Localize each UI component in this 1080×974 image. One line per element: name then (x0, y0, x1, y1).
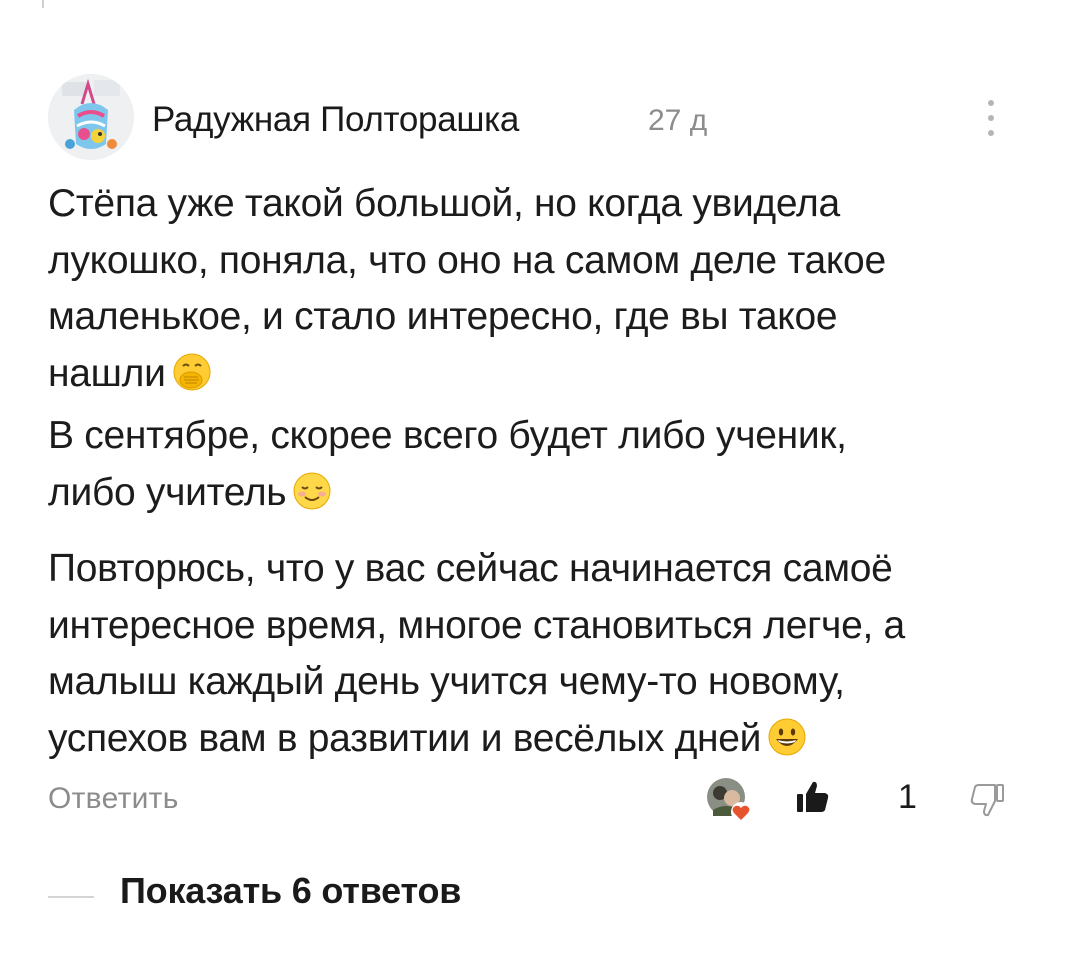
comment-line: интересное время, многое становиться лег… (48, 598, 1048, 655)
comment-line: успехов вам в развитии и весёлых дней (48, 711, 1048, 774)
comment-line: нашли (48, 346, 1048, 409)
comment-line: В сентябре, скорее всего будет либо учен… (48, 408, 1048, 465)
more-dot (988, 115, 994, 121)
line-text: либо учитель (48, 470, 287, 514)
line-text: В сентябре, скорее всего будет либо учен… (48, 414, 847, 457)
more-dot (988, 100, 994, 106)
smiling-blush-emoji (292, 471, 332, 528)
author-name[interactable]: Радужная Полторашка (152, 100, 519, 140)
dislike-icon[interactable] (968, 782, 1006, 820)
hand-over-mouth-emoji (172, 352, 212, 409)
like-icon[interactable] (796, 780, 830, 814)
avatar-image (48, 74, 134, 160)
more-dot (988, 130, 994, 136)
line-text: успехов вам в развитии и весёлых дней (48, 716, 762, 760)
comment-paragraph: Стёпа уже такой большой, но когда увидел… (48, 176, 1048, 527)
comment-header: Радужная Полторашка 27 д (48, 74, 1038, 162)
reply-button[interactable]: Ответить (48, 782, 179, 816)
reactor-avatar[interactable] (705, 776, 755, 826)
line-text: лукошко, поняла, что оно на самом деле т… (48, 238, 886, 282)
line-text: малыш каждый день учится чему-то новому, (48, 660, 845, 703)
line-text: маленькое, и стало интересно, где вы так… (48, 295, 838, 338)
more-options-icon[interactable] (984, 98, 998, 138)
line-text: интересное время, многое становиться лег… (48, 603, 905, 647)
line-text: нашли (48, 351, 166, 395)
comment-line: Повторюсь, что у вас сейчас начинается с… (48, 541, 1048, 598)
line-text: Стёпа уже такой большой, но когда увидел… (48, 182, 840, 225)
comment-body: Стёпа уже такой большой, но когда увидел… (48, 176, 1048, 773)
comment-line: маленькое, и стало интересно, где вы так… (48, 289, 1048, 346)
replies-divider (48, 896, 94, 898)
line-text: Повторюсь, что у вас сейчас начинается с… (48, 547, 893, 590)
grinning-face-emoji (767, 717, 807, 774)
comment-actions: Ответить 1 (48, 770, 1038, 830)
like-count: 1 (898, 778, 917, 816)
comment-timestamp: 27 д (648, 104, 708, 137)
show-replies-label: Показать 6 ответов (120, 870, 462, 911)
comment-line: лукошко, поняла, что оно на самом деле т… (48, 233, 1048, 290)
scroll-edge-mark (42, 0, 44, 8)
comment-paragraph: Повторюсь, что у вас сейчас начинается с… (48, 541, 1048, 773)
author-avatar[interactable] (48, 74, 134, 160)
comment-line: Стёпа уже такой большой, но когда увидел… (48, 176, 1048, 233)
comment-line: либо учитель (48, 465, 1048, 528)
comment-line: малыш каждый день учится чему-то новому, (48, 654, 1048, 711)
